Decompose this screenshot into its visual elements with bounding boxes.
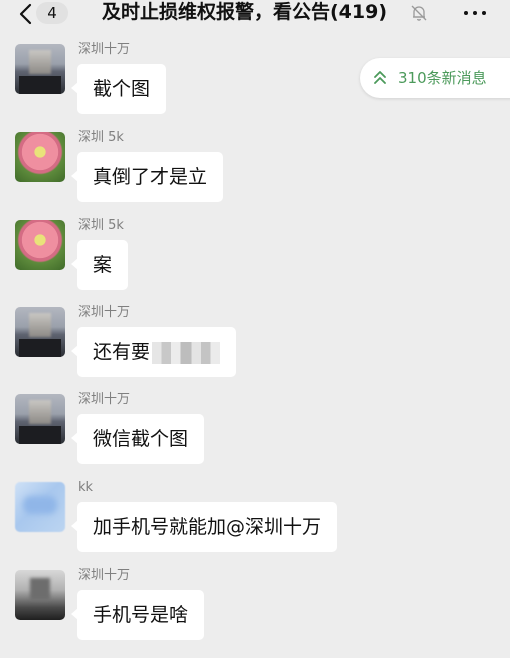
avatar[interactable] [15, 44, 65, 94]
message-item: 深圳 5k 案 [0, 218, 510, 308]
avatar[interactable] [15, 394, 65, 444]
message-item: 深圳十万 手机号是啥 [0, 568, 510, 658]
message-item: 深圳十万 微信截个图 [0, 392, 510, 482]
message-bubble[interactable]: 真倒了才是立 [70, 152, 224, 202]
message-text: 案 [93, 254, 113, 276]
sender-name: 深圳十万 [78, 392, 131, 407]
sender-name: 深圳 5k [78, 218, 124, 233]
group-title: 及时止损维权报警，看公告(419) [102, 1, 388, 23]
message-bubble[interactable]: 微信截个图 [70, 414, 205, 464]
message-item: 深圳 5k 真倒了才是立 [0, 130, 510, 220]
sender-name: kk [78, 480, 94, 495]
avatar[interactable] [15, 220, 65, 270]
avatar[interactable] [15, 307, 65, 357]
message-text: 加手机号就能加@深圳十万 [93, 516, 322, 538]
sender-name: 深圳 5k [78, 130, 124, 145]
avatar[interactable] [15, 482, 65, 532]
redacted-text [152, 341, 221, 364]
chevron-left-icon[interactable] [16, 2, 38, 26]
new-messages-label: 310条新消息 [398, 69, 487, 87]
message-text: 手机号是啥 [93, 604, 189, 626]
sender-name: 深圳十万 [78, 305, 131, 320]
unread-count-badge[interactable]: 4 [36, 2, 68, 24]
message-text: 微信截个图 [93, 428, 189, 450]
message-item: kk 加手机号就能加@深圳十万 [0, 480, 510, 570]
message-bubble[interactable]: 加手机号就能加@深圳十万 [70, 502, 338, 552]
avatar[interactable] [15, 132, 65, 182]
bell-mute-icon [410, 4, 428, 22]
message-item: 深圳十万 还有要 [0, 305, 510, 395]
message-text: 真倒了才是立 [93, 166, 208, 188]
chat-header: 4 及时止损维权报警，看公告(419) [0, 0, 510, 34]
sender-name: 深圳十万 [78, 42, 131, 57]
more-icon[interactable] [460, 3, 490, 23]
message-bubble[interactable]: 案 [70, 240, 129, 290]
message-text: 截个图 [93, 78, 151, 100]
message-text: 还有要 [93, 341, 151, 363]
new-messages-button[interactable]: 310条新消息 [360, 58, 510, 98]
double-chevron-up-icon [372, 68, 388, 86]
avatar[interactable] [15, 570, 65, 620]
message-bubble[interactable]: 手机号是啥 [70, 590, 205, 640]
message-bubble[interactable]: 还有要 [70, 327, 237, 377]
sender-name: 深圳十万 [78, 568, 131, 583]
message-bubble[interactable]: 截个图 [70, 64, 167, 114]
